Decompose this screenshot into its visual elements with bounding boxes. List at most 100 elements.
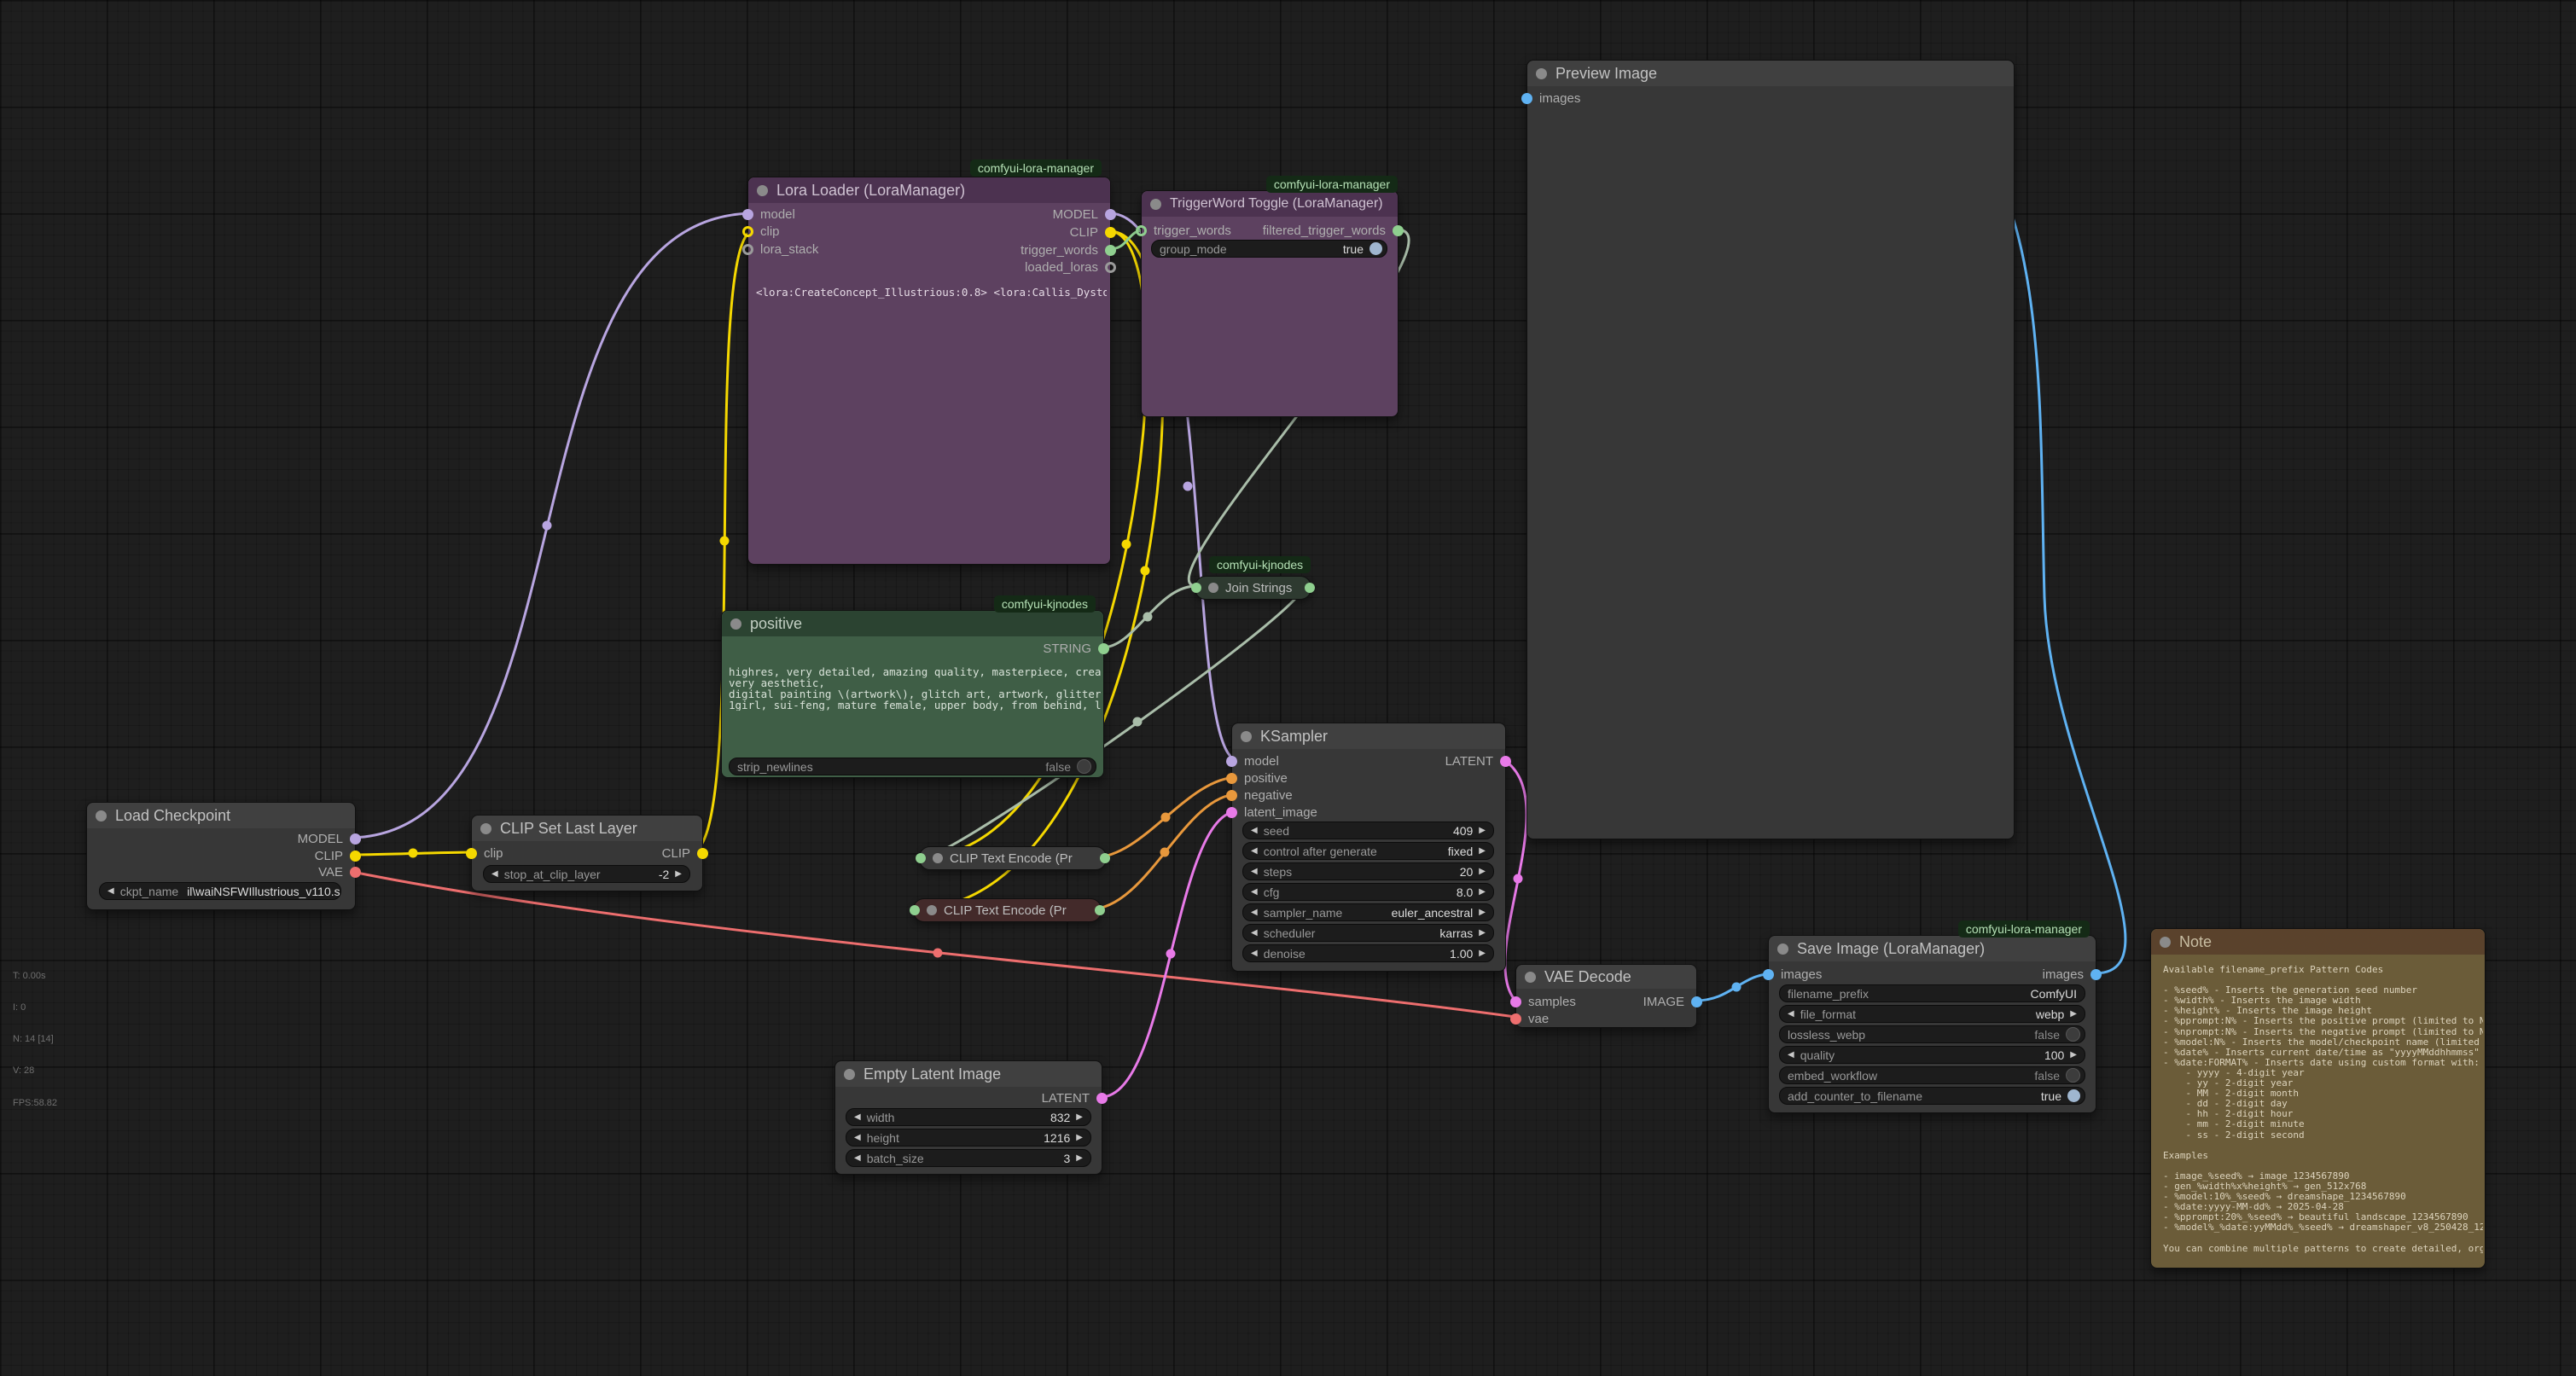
lora-loaded-loras-output[interactable]: loaded_loras <box>1025 258 1116 276</box>
clip-port-dot[interactable] <box>742 226 753 237</box>
next-arrow-icon[interactable]: ▶ <box>1479 908 1486 917</box>
toggle-knob-icon[interactable] <box>2066 1027 2080 1042</box>
vae-decode-samples-input[interactable]: samples <box>1510 993 1576 1010</box>
next-arrow-icon[interactable]: ▶ <box>1076 1153 1083 1163</box>
node-empty-latent-image[interactable]: Empty Latent Image LATENT ◀ width 832 ▶ … <box>834 1060 1102 1175</box>
ksampler-negative-input[interactable]: negative <box>1226 787 1293 804</box>
toggle-filtered-output[interactable]: filtered_trigger_words <box>1263 222 1404 239</box>
ksampler-model-input[interactable]: model <box>1226 752 1279 769</box>
ksampler-positive-input[interactable]: positive <box>1226 769 1288 787</box>
lastlayer-clip-input[interactable]: clip <box>466 845 503 862</box>
lora-trigger-words-output[interactable]: trigger_words <box>1021 241 1116 258</box>
string-port-dot[interactable] <box>1393 225 1404 236</box>
prev-arrow-icon[interactable]: ◀ <box>1788 1050 1794 1060</box>
empty-latent-output[interactable]: LATENT <box>1042 1089 1108 1106</box>
prev-arrow-icon[interactable]: ◀ <box>108 886 114 896</box>
next-arrow-icon[interactable]: ▶ <box>2070 1009 2077 1019</box>
collapse-dot[interactable] <box>1208 583 1218 593</box>
lora-stack-input[interactable]: lora_stack <box>742 241 818 258</box>
node-clip-text-encode-negative[interactable]: CLIP Text Encode (Pr <box>913 898 1102 922</box>
save-image-images-input[interactable]: images <box>1763 966 1822 983</box>
collapse-dot[interactable] <box>927 905 937 915</box>
next-arrow-icon[interactable]: ▶ <box>1076 1133 1083 1142</box>
collapse-dot[interactable] <box>730 618 741 630</box>
prev-arrow-icon[interactable]: ◀ <box>1251 908 1258 917</box>
next-arrow-icon[interactable]: ▶ <box>1479 928 1486 938</box>
seed-widget[interactable]: ◀ seed 409 ▶ <box>1242 822 1494 839</box>
prev-arrow-icon[interactable]: ◀ <box>1251 928 1258 938</box>
ckpt-name-widget[interactable]: ◀ ckpt_name il\waiNSFWIllustrious_v110.s… <box>99 882 341 900</box>
prev-arrow-icon[interactable]: ◀ <box>1251 867 1258 876</box>
next-arrow-icon[interactable]: ▶ <box>1479 949 1486 958</box>
checkpoint-vae-output[interactable]: VAE <box>318 863 361 880</box>
lora-clip-output[interactable]: CLIP <box>1070 224 1116 241</box>
next-arrow-icon[interactable]: ▶ <box>1479 867 1486 876</box>
prev-arrow-icon[interactable]: ◀ <box>854 1133 861 1142</box>
lora-model-output[interactable]: MODEL <box>1053 206 1116 223</box>
prev-arrow-icon[interactable]: ◀ <box>1251 949 1258 958</box>
next-arrow-icon[interactable]: ▶ <box>1479 887 1486 897</box>
group-mode-toggle[interactable]: group_mode true <box>1151 240 1387 258</box>
prev-arrow-icon[interactable]: ◀ <box>1788 1009 1794 1019</box>
node-preview-image[interactable]: Preview Image images <box>1526 60 2015 839</box>
node-note[interactable]: Note Available filename_prefix Pattern C… <box>2150 928 2486 1269</box>
image-port-dot[interactable] <box>1763 969 1774 980</box>
positive-prompt-text[interactable]: highres, very detailed, amazing quality,… <box>729 666 1101 711</box>
steps-widget[interactable]: ◀ steps 20 ▶ <box>1242 862 1494 880</box>
collapse-dot[interactable] <box>1777 943 1788 955</box>
collapse-dot[interactable] <box>1150 199 1161 210</box>
node-vae-decode[interactable]: VAE Decode samples vae IMAGE <box>1515 964 1697 1028</box>
lastlayer-clip-output[interactable]: CLIP <box>662 845 708 862</box>
collapse-dot[interactable] <box>480 823 491 834</box>
next-arrow-icon[interactable]: ▶ <box>2070 1050 2077 1060</box>
latent-port-dot[interactable] <box>1096 1093 1108 1104</box>
embed-workflow-toggle[interactable]: embed_workflow false <box>1779 1066 2085 1084</box>
vae-port-dot[interactable] <box>350 867 361 878</box>
prev-arrow-icon[interactable]: ◀ <box>854 1153 861 1163</box>
clip-port-dot[interactable] <box>466 848 477 859</box>
checkpoint-model-output[interactable]: MODEL <box>298 830 361 847</box>
collapse-dot[interactable] <box>2160 937 2171 948</box>
toggle-knob-icon[interactable] <box>1077 759 1091 774</box>
collapsed-output-dot[interactable] <box>1305 583 1315 593</box>
image-port-dot[interactable] <box>1691 996 1702 1007</box>
vae-decode-image-output[interactable]: IMAGE <box>1643 993 1702 1010</box>
collapse-dot[interactable] <box>96 810 107 822</box>
node-lora-loader[interactable]: comfyui-lora-manager Lora Loader (LoraMa… <box>747 177 1111 565</box>
vae-port-dot[interactable] <box>1510 1013 1521 1025</box>
toggle-knob-icon[interactable] <box>1369 242 1382 255</box>
preview-images-input[interactable]: images <box>1521 90 1580 107</box>
note-text[interactable]: Available filename_prefix Pattern Codes … <box>2163 965 2483 1261</box>
next-arrow-icon[interactable]: ▶ <box>1479 846 1486 856</box>
quality-widget[interactable]: ◀ quality 100 ▶ <box>1779 1046 2085 1064</box>
node-positive-prompt[interactable]: comfyui-kjnodes positive STRING highres,… <box>721 610 1104 778</box>
height-widget[interactable]: ◀ height 1216 ▶ <box>846 1129 1091 1147</box>
node-join-strings[interactable]: comfyui-kjnodes Join Strings <box>1195 576 1311 600</box>
positive-string-output[interactable]: STRING <box>1043 640 1109 657</box>
denoise-widget[interactable]: ◀ denoise 1.00 ▶ <box>1242 944 1494 962</box>
loaded-loras-port-dot[interactable] <box>1105 262 1116 273</box>
collapsed-input-dot[interactable] <box>910 905 920 915</box>
next-arrow-icon[interactable]: ▶ <box>675 869 682 879</box>
lora-clip-input[interactable]: clip <box>742 223 780 240</box>
node-clip-text-encode-positive[interactable]: CLIP Text Encode (Pr <box>919 846 1107 870</box>
prev-arrow-icon[interactable]: ◀ <box>1251 887 1258 897</box>
latent-port-dot[interactable] <box>1500 756 1511 767</box>
collapsed-input-dot[interactable] <box>1191 583 1201 593</box>
model-port-dot[interactable] <box>742 209 753 220</box>
latent-port-dot[interactable] <box>1510 996 1521 1007</box>
lossless-webp-toggle[interactable]: lossless_webp false <box>1779 1025 2085 1043</box>
add-counter-toggle[interactable]: add_counter_to_filename true <box>1779 1087 2085 1105</box>
model-port-dot[interactable] <box>1105 209 1116 220</box>
collapse-dot[interactable] <box>757 185 768 196</box>
node-save-image[interactable]: comfyui-lora-manager Save Image (LoraMan… <box>1768 935 2096 1113</box>
toggle-knob-icon[interactable] <box>2066 1068 2080 1083</box>
prev-arrow-icon[interactable]: ◀ <box>854 1112 861 1122</box>
node-graph-canvas[interactable]: Preview Image images Load Checkpoint MOD… <box>0 0 2576 1376</box>
node-clip-set-last-layer[interactable]: CLIP Set Last Layer clip CLIP ◀ stop_at_… <box>471 815 703 891</box>
node-ksampler[interactable]: KSampler model positive negative latent_… <box>1231 723 1506 972</box>
control-after-generate-widget[interactable]: ◀ control after generate fixed ▶ <box>1242 842 1494 860</box>
model-port-dot[interactable] <box>1226 756 1237 767</box>
file-format-widget[interactable]: ◀ file_format webp ▶ <box>1779 1005 2085 1023</box>
node-triggerword-toggle[interactable]: comfyui-lora-manager TriggerWord Toggle … <box>1141 190 1398 417</box>
